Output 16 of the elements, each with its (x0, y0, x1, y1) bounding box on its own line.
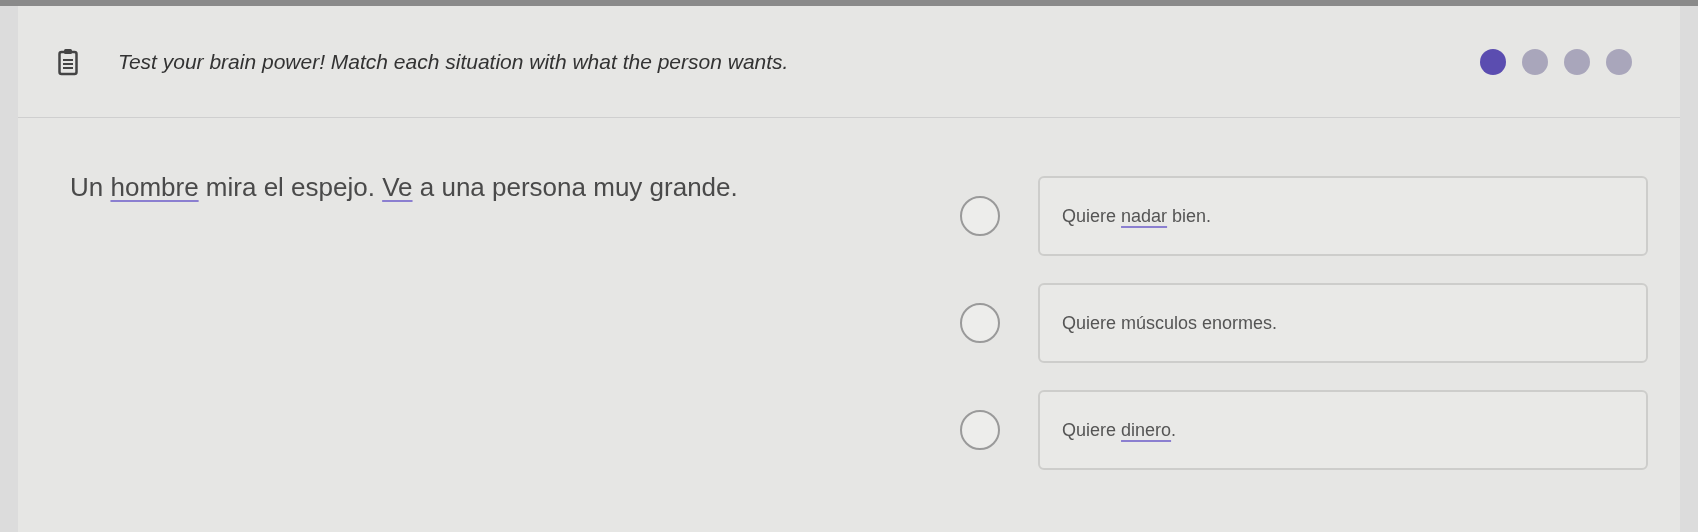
word-link[interactable]: dinero (1121, 419, 1172, 440)
answer-card[interactable]: Quiere dinero. (1038, 390, 1648, 470)
answer-text: Quiere músculos enormes. (1062, 311, 1278, 335)
radio-button[interactable] (960, 303, 1000, 343)
answer-text: Quiere nadar bien. (1062, 204, 1212, 228)
word-link[interactable]: hombre (110, 172, 199, 202)
answer-card[interactable]: Quiere músculos enormes. (1038, 283, 1648, 363)
word-link[interactable]: nadar (1121, 205, 1168, 226)
radio-button[interactable] (960, 196, 1000, 236)
answer-card[interactable]: Quiere nadar bien. (1038, 176, 1648, 256)
radio-button[interactable] (960, 410, 1000, 450)
question-text: Un hombre mira el espejo. Ve a una persona muy grande. (70, 171, 739, 204)
answer-text: Quiere dinero. (1062, 418, 1177, 442)
word-link[interactable]: Ve (382, 172, 413, 202)
clipboard-icon (58, 47, 78, 76)
instruction-text: Test your brain power! Match each situation with what the person wants. (118, 48, 789, 75)
